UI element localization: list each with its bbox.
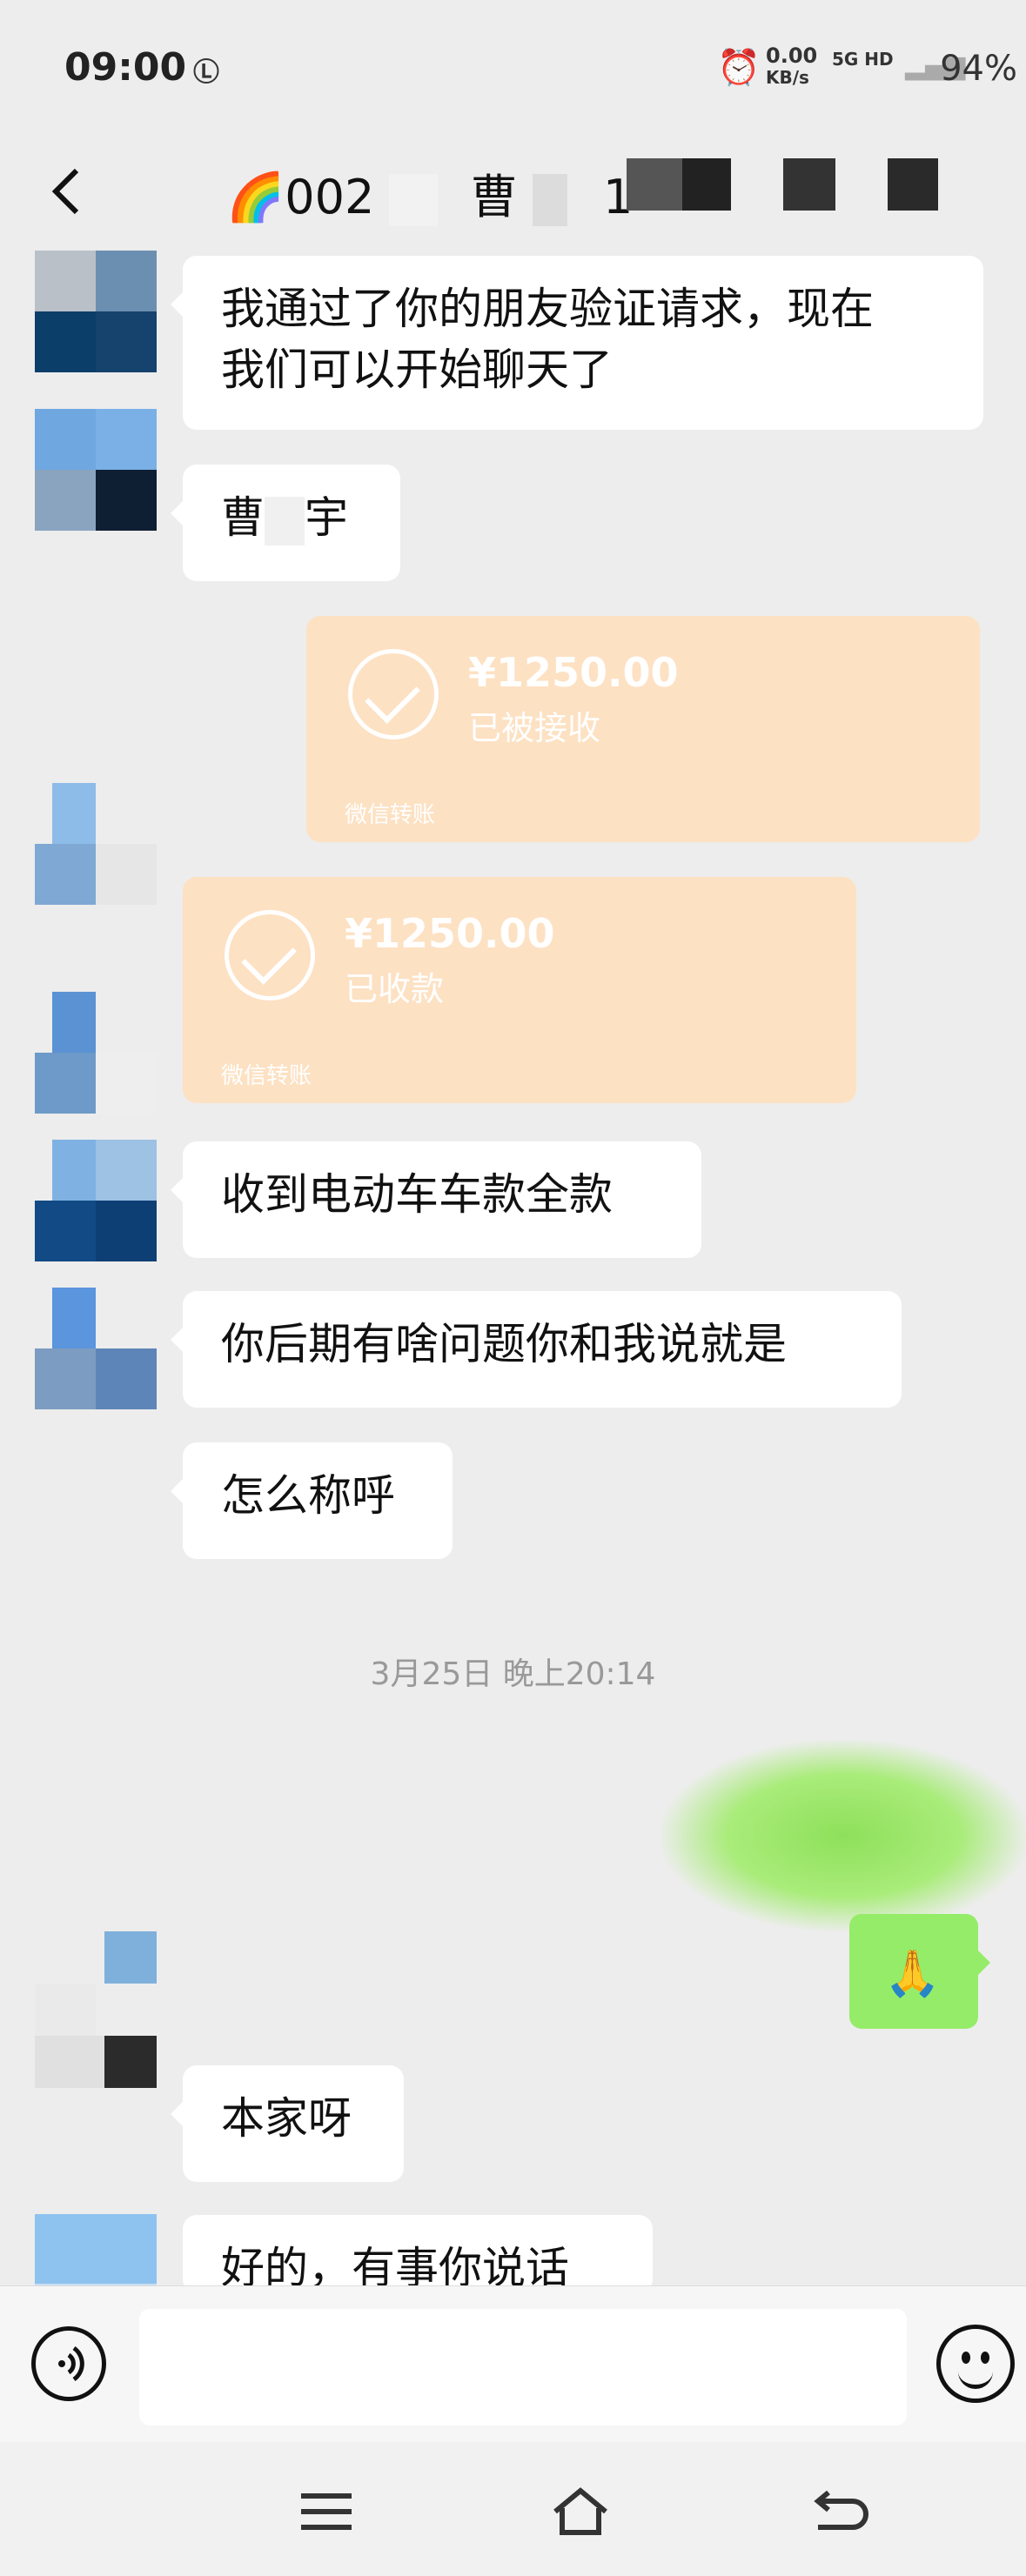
avatar[interactable] (35, 1140, 157, 1261)
avatar[interactable] (35, 409, 157, 531)
transfer-status: 已收款 (345, 970, 445, 1008)
message-text: 怎么称呼 (221, 1470, 395, 1521)
blurred-message (661, 1740, 1026, 1931)
title-mosaic (888, 158, 938, 211)
title-mosaic (783, 158, 835, 211)
check-icon (348, 649, 439, 739)
back-icon[interactable] (809, 2486, 870, 2538)
message-bubble[interactable]: 好的，有事你说话 (183, 2215, 653, 2293)
transfer-amount: ¥1250.00 (468, 649, 679, 696)
avatar[interactable] (35, 783, 157, 905)
title-prefix: 🌈002 (226, 170, 375, 224)
title-mosaic (627, 158, 682, 211)
message-bubble[interactable]: 曹宇 (171, 465, 400, 581)
transfer-status: 已被接收 (468, 709, 601, 747)
sticker-message[interactable]: 🙏 (849, 1914, 990, 2029)
message-bubble[interactable]: 你后期有啥问题你和我说就是 (171, 1291, 902, 1408)
avatar[interactable] (35, 1288, 157, 1409)
message-bubble[interactable]: 本家呀 (171, 2065, 404, 2182)
name-mosaic (265, 496, 305, 545)
status-time: 09:00 (64, 45, 187, 90)
message-text: 你后期有啥问题你和我说就是 (221, 1319, 787, 1369)
pray-hands-icon: 🙏 (884, 1948, 941, 2000)
transfer-card-sent[interactable]: ¥1250.00 已被接收 微信转账 (306, 616, 980, 842)
avatar[interactable] (35, 251, 157, 372)
message-timestamp: 3月25日 晚上20:14 (370, 1656, 656, 1692)
message-bubble[interactable]: 怎么称呼 (171, 1442, 453, 1559)
voice-icon[interactable] (31, 2326, 106, 2401)
message-bubble[interactable]: 收到电动车车款全款 (171, 1141, 701, 1258)
title-visible: 曹 (470, 170, 518, 224)
input-bar (0, 2285, 1026, 2443)
back-arrow-icon[interactable] (35, 157, 104, 226)
avatar[interactable] (35, 992, 157, 1114)
message-text: 曹 (221, 492, 265, 543)
alarm-icon: ⏰ (717, 48, 761, 88)
message-bubble[interactable]: 我通过了你的朋友验证请求，现在 我们可以开始聊天了 (171, 256, 983, 430)
chat-header: 🌈002 曹 1 (0, 139, 1026, 244)
network-speed: 0.00 KB/s (766, 43, 818, 88)
message-input[interactable] (139, 2309, 907, 2425)
check-icon (225, 910, 315, 1000)
title-mosaic (532, 174, 567, 227)
avatar[interactable] (35, 1931, 157, 2053)
chat-title: 🌈002 曹 1 (226, 158, 633, 227)
battery-level: 94% (940, 49, 1017, 89)
transfer-label: 微信转账 (221, 1063, 312, 1089)
title-mosaic (682, 158, 731, 211)
menu-icon[interactable] (296, 2486, 357, 2538)
title-mosaic (389, 174, 439, 227)
message-text: 我们可以开始聊天了 (221, 345, 613, 395)
transfer-card-received[interactable]: ¥1250.00 已收款 微信转账 (183, 877, 856, 1103)
avatar[interactable] (35, 2036, 157, 2158)
message-text: 宇 (305, 492, 348, 543)
app-notification-icon: Ⓛ (193, 57, 219, 88)
status-bar: 09:00 Ⓛ ⏰ 0.00 KB/s 5G HD ▂▄▆ 94% (0, 0, 1026, 139)
transfer-label: 微信转账 (345, 802, 436, 828)
emoji-icon[interactable] (936, 2325, 1015, 2403)
home-icon[interactable] (550, 2486, 611, 2538)
message-text: 本家呀 (221, 2093, 352, 2144)
system-nav-bar (0, 2442, 1026, 2576)
network-type: 5G HD (832, 49, 894, 70)
transfer-amount: ¥1250.00 (345, 910, 555, 957)
message-text: 收到电动车车款全款 (221, 1169, 613, 1220)
message-text: 我通过了你的朋友验证请求，现在 (221, 284, 874, 334)
emoji-mouth (958, 2367, 993, 2389)
